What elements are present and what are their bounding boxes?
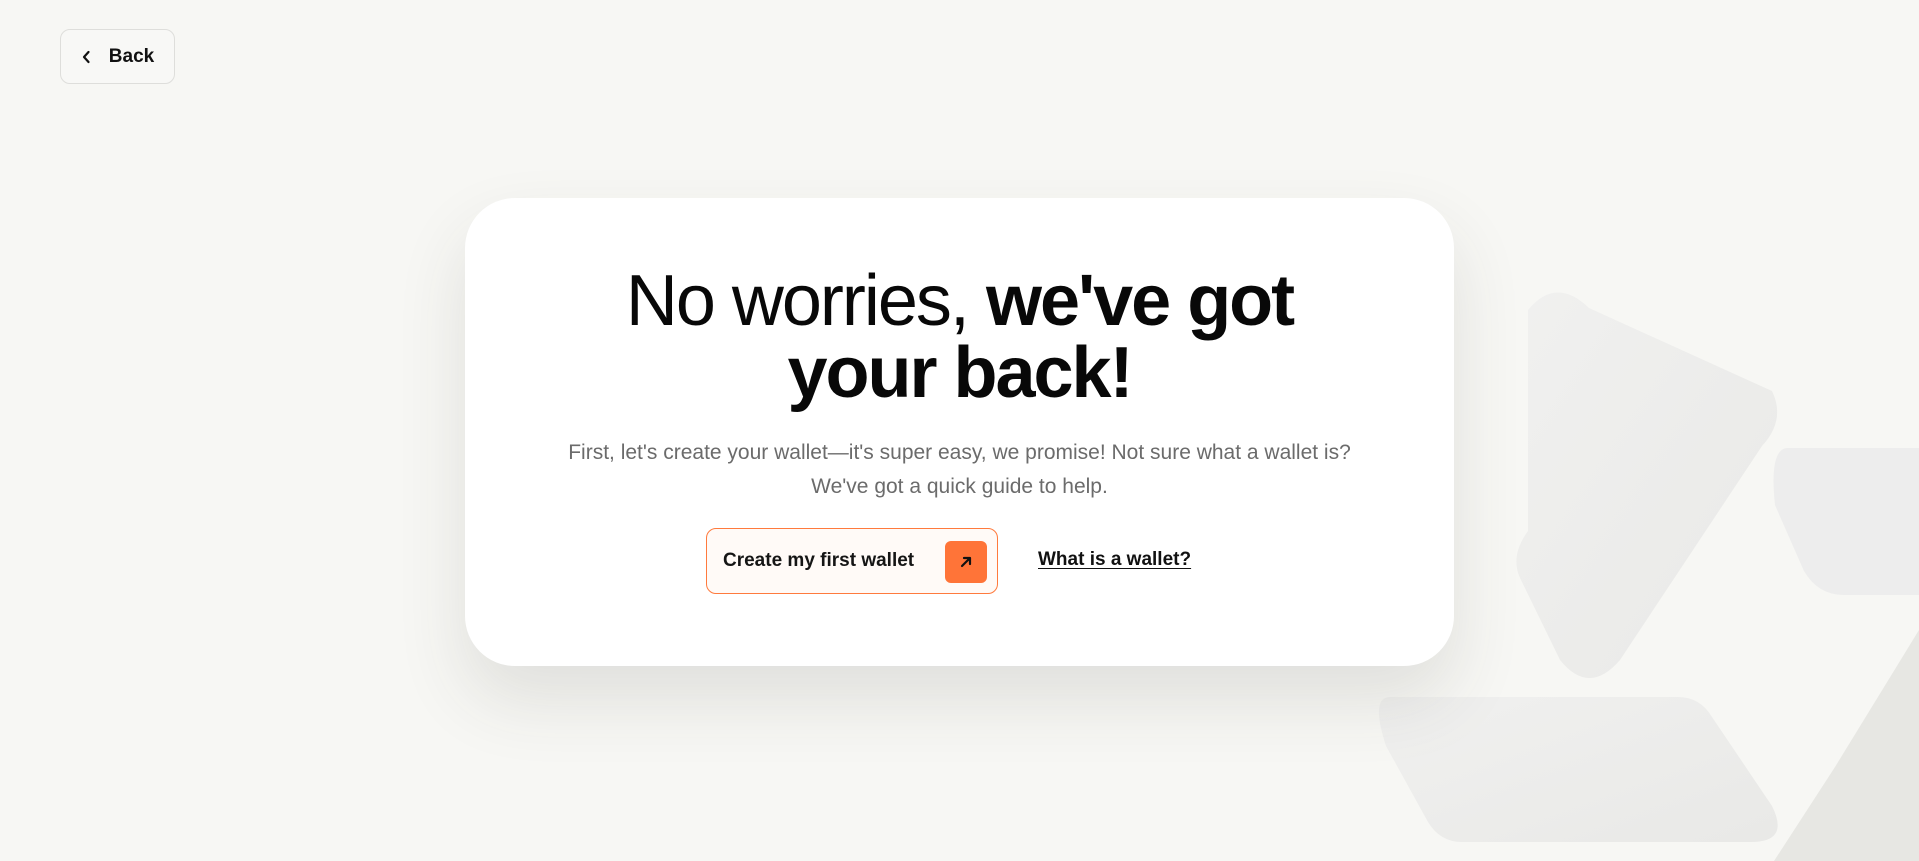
create-first-wallet-button[interactable]: Create my first wallet (706, 528, 998, 594)
background-shape-lower-panel (1378, 697, 1778, 842)
create-first-wallet-label: Create my first wallet (723, 550, 915, 571)
subtitle-line-two: We've got a quick guide to help. (811, 475, 1108, 498)
wallet-intro-page: Back No worries, we've got your back! Fi… (0, 0, 1919, 861)
headline-bold-line-two: your back! (787, 333, 1133, 413)
subtitle-line-one: First, let's create your wallet—it's sup… (568, 441, 1351, 464)
wallet-actions: Create my first wallet What is a wallet? (465, 528, 1454, 594)
chevron-left-icon (81, 50, 91, 64)
wallet-intro-subtitle: First, let's create your wallet—it's sup… (465, 436, 1454, 504)
headline-bold-line-one: we've got (985, 261, 1295, 341)
back-button-label: Back (108, 45, 155, 67)
page-headline: No worries, we've got your back! (465, 265, 1454, 409)
what-is-wallet-link[interactable]: What is a wallet? (1038, 548, 1191, 572)
headline-regular-text: No worries, (625, 261, 986, 341)
background-shape-diagonal-panel (1516, 292, 1778, 678)
back-button[interactable]: Back (60, 29, 175, 84)
arrow-up-right-icon (945, 541, 987, 583)
background-shape-right-diagonal-edge (1774, 630, 1919, 861)
wallet-intro-card: No worries, we've got your back! First, … (465, 198, 1454, 666)
background-shape-upper-right-panel (1773, 448, 1919, 595)
